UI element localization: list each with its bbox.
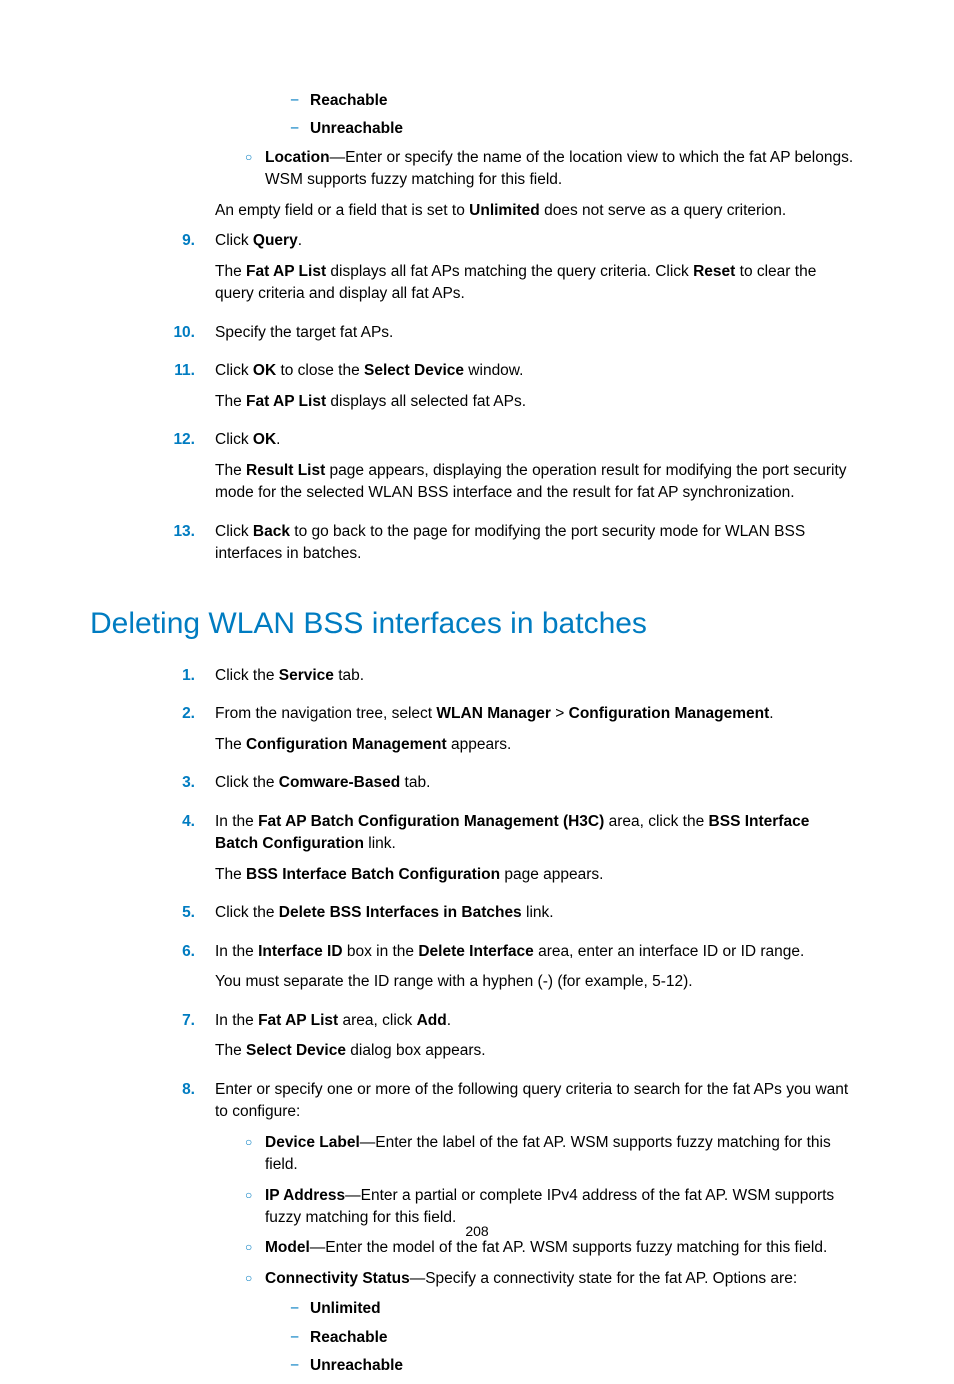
connectivity-option: Unreachable (310, 1357, 403, 1374)
connectivity-option: Reachable (310, 92, 388, 109)
circle-bullet-icon: ○ (245, 1132, 265, 1177)
step-number: 1. (160, 665, 215, 695)
step-number: 11. (160, 360, 215, 421)
dash-item: − Reachable (290, 90, 854, 112)
dash-bullet-icon: − (290, 1355, 310, 1377)
step-number: 2. (160, 703, 215, 764)
step-10: 10. Specify the target fat APs. (90, 322, 864, 352)
dash-item: − Unreachable (290, 118, 854, 140)
step-number: 10. (160, 322, 215, 352)
dash-item: − Unreachable (290, 1355, 854, 1377)
note-empty-field: An empty field or a field that is set to… (215, 200, 854, 222)
step-5: 5. Click the Delete BSS Interfaces in Ba… (90, 902, 864, 932)
connectivity-option: Reachable (310, 1329, 388, 1346)
circle-bullet-icon: ○ (245, 1268, 265, 1290)
circle-bullet-icon: ○ (245, 147, 265, 192)
page-content: − Reachable − Unreachable ○ Location—Ent… (0, 0, 954, 1296)
page-number: 208 (0, 1221, 954, 1241)
step-number: 5. (160, 902, 215, 932)
criteria-text: —Enter or specify the name of the locati… (265, 149, 853, 188)
step-3: 3. Click the Comware-Based tab. (90, 772, 864, 802)
step-1: 1. Click the Service tab. (90, 665, 864, 695)
step-number: 9. (160, 230, 215, 313)
step-4: 4. In the Fat AP Batch Configuration Man… (90, 811, 864, 894)
dash-item: − Unlimited (290, 1298, 854, 1320)
bullet-item-location: ○ Location—Enter or specify the name of … (245, 147, 854, 192)
dash-bullet-icon: − (290, 1298, 310, 1320)
connectivity-option: Unlimited (310, 1300, 381, 1317)
step-6: 6. In the Interface ID box in the Delete… (90, 941, 864, 1002)
dash-bullet-icon: − (290, 90, 310, 112)
connectivity-option: Unreachable (310, 120, 403, 137)
bullet-item: ○ Device Label—Enter the label of the fa… (245, 1132, 854, 1177)
criteria-label: IP Address (265, 1187, 345, 1204)
step-13: 13. Click Back to go back to the page fo… (90, 521, 864, 574)
section-heading: Deleting WLAN BSS interfaces in batches (90, 602, 864, 646)
step-number: 4. (160, 811, 215, 894)
criteria-label: Location (265, 149, 330, 166)
criteria-label: Model (265, 1239, 310, 1256)
step-2: 2. From the navigation tree, select WLAN… (90, 703, 864, 764)
criteria-text: —Specify a connectivity state for the fa… (410, 1270, 797, 1287)
step-7: 7. In the Fat AP List area, click Add. T… (90, 1010, 864, 1071)
criteria-label: Device Label (265, 1134, 360, 1151)
criteria-label: Connectivity Status (265, 1270, 410, 1287)
step-number: 13. (160, 521, 215, 574)
step-number: 6. (160, 941, 215, 1002)
dash-bullet-icon: − (290, 1327, 310, 1349)
criteria-text: —Enter the model of the fat AP. WSM supp… (310, 1239, 827, 1256)
dash-bullet-icon: − (290, 118, 310, 140)
step-number: 7. (160, 1010, 215, 1071)
step-number: 3. (160, 772, 215, 802)
step-12: 12. Click OK. The Result List page appea… (90, 429, 864, 512)
step-number: 12. (160, 429, 215, 512)
step-9: 9. Click Query. The Fat AP List displays… (90, 230, 864, 313)
step-11: 11. Click OK to close the Select Device … (90, 360, 864, 421)
dash-item: − Reachable (290, 1327, 854, 1349)
bullet-item: ○ Connectivity Status—Specify a connecti… (245, 1268, 854, 1290)
